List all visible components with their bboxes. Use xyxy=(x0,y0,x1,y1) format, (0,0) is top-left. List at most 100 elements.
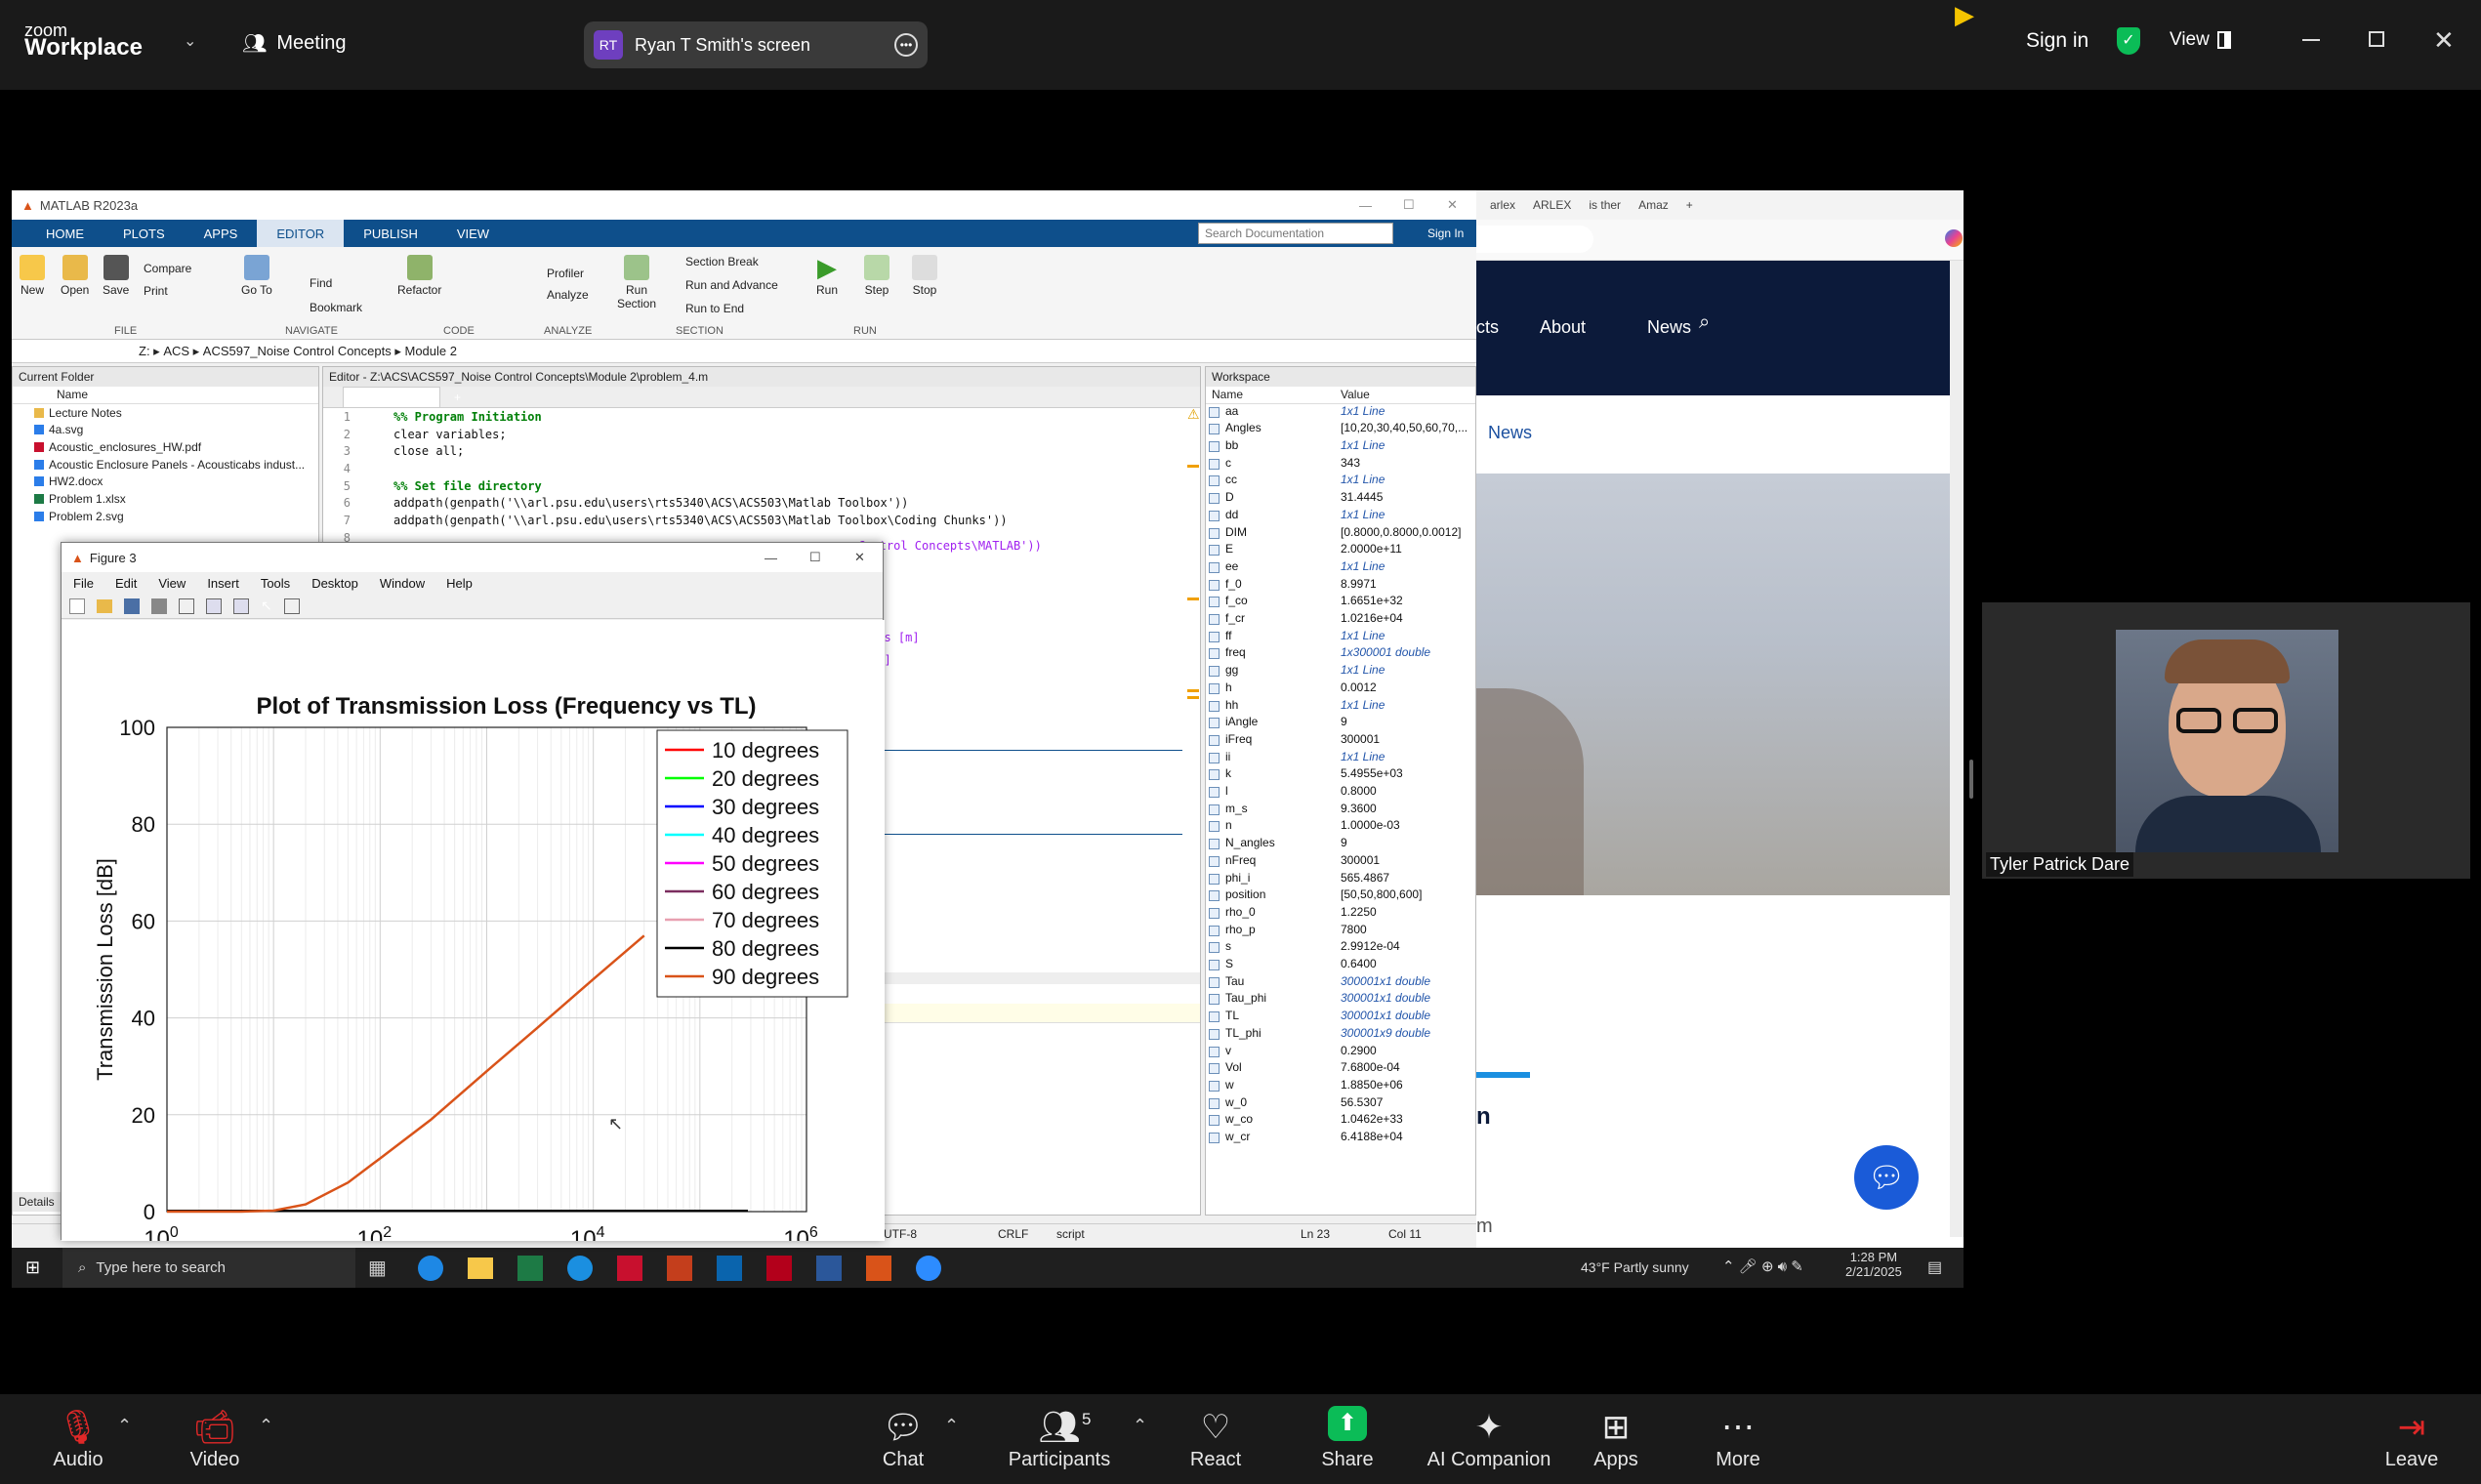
workspace-var[interactable]: w_cr 6.4188e+04 xyxy=(1206,1130,1469,1147)
browser-tab[interactable]: arlex xyxy=(1490,198,1515,212)
plot-tools-icon[interactable] xyxy=(283,598,300,614)
chat-bubble-icon[interactable]: 💬︎ xyxy=(1854,1145,1919,1210)
workspace-var[interactable]: TL 300001x1 double xyxy=(1206,1009,1469,1026)
command-window-strip[interactable] xyxy=(870,1004,1200,1023)
more-options-icon[interactable]: ••• xyxy=(894,33,918,57)
step-button[interactable]: Step xyxy=(864,255,889,297)
file-item[interactable]: Lecture Notes xyxy=(13,404,318,422)
word-icon[interactable] xyxy=(816,1256,842,1281)
maximize-icon[interactable]: ☐ xyxy=(809,550,821,565)
open-button[interactable]: Open xyxy=(61,255,89,297)
ws-name-col[interactable]: Name xyxy=(1212,388,1243,401)
close-icon[interactable]: ✕ xyxy=(1447,197,1458,213)
nx-icon[interactable] xyxy=(766,1256,792,1281)
workspace-var[interactable]: rho_0 1.2250 xyxy=(1206,905,1469,923)
maximize-icon[interactable]: ☐ xyxy=(1403,197,1415,213)
run-section-button[interactable]: Run Section xyxy=(617,255,656,310)
workspace-var[interactable]: D 31.4445 xyxy=(1206,490,1469,508)
panel-resize-handle[interactable] xyxy=(1969,760,1973,799)
tab-home[interactable]: HOME xyxy=(12,220,103,247)
run-advance-button[interactable]: Run and Advance xyxy=(685,278,778,292)
screen-share-pill[interactable]: RT Ryan T Smith's screen ••• xyxy=(584,21,928,68)
workspace-var[interactable]: iFreq 300001 xyxy=(1206,732,1469,750)
ai-companion-button[interactable]: ✦ AI Companion xyxy=(1426,1406,1552,1484)
figure-menu-item[interactable]: Edit xyxy=(115,576,137,591)
code-line[interactable]: 6 addpath(genpath('\\arl.psu.edu\users\rt… xyxy=(323,494,1200,512)
powerpoint-icon[interactable] xyxy=(667,1256,692,1281)
minimize-icon[interactable]: — xyxy=(1359,198,1372,213)
tab-view[interactable]: VIEW xyxy=(437,220,509,247)
workspace-var[interactable]: h 0.0012 xyxy=(1206,680,1469,698)
find-button[interactable]: Find xyxy=(310,276,332,290)
name-column[interactable]: Name xyxy=(13,387,318,404)
nav-news[interactable]: News xyxy=(1647,317,1691,338)
chevron-down-icon[interactable]: ⌄ xyxy=(184,31,196,51)
workspace-var[interactable]: w 1.8850e+06 xyxy=(1206,1078,1469,1095)
print-icon[interactable] xyxy=(151,598,167,614)
close-icon[interactable]: ✕ xyxy=(2433,25,2455,56)
code-line[interactable]: 3 close all; xyxy=(323,442,1200,460)
workspace-var[interactable]: f_co 1.6651e+32 xyxy=(1206,594,1469,611)
participant-tile[interactable]: Tyler Patrick Dare xyxy=(1982,602,2470,879)
browser-tab[interactable]: Amaz xyxy=(1638,198,1669,212)
goto-button[interactable]: Go To xyxy=(241,255,272,297)
maximize-icon[interactable] xyxy=(2369,31,2384,47)
documentation-search[interactable]: Search Documentation xyxy=(1198,223,1393,244)
browser-scrollbar[interactable] xyxy=(1950,261,1964,1237)
workspace-var[interactable]: dd 1x1 Line xyxy=(1206,508,1469,525)
nav-products[interactable]: cts xyxy=(1476,317,1499,338)
workspace-var[interactable]: n 1.0000e-03 xyxy=(1206,818,1469,836)
workspace-var[interactable]: ff 1x1 Line xyxy=(1206,629,1469,646)
figure-menu-item[interactable]: Help xyxy=(446,576,473,591)
add-tab-icon[interactable]: + xyxy=(454,391,461,404)
workspace-var[interactable]: freq 1x300001 double xyxy=(1206,645,1469,663)
workspace-var[interactable]: l 0.8000 xyxy=(1206,784,1469,802)
run-button[interactable]: ▶ Run xyxy=(814,255,840,297)
clock[interactable]: 1:28 PM 2/21/2025 xyxy=(1845,1250,1902,1279)
workspace-var[interactable]: iAngle 9 xyxy=(1206,715,1469,732)
workspace-var[interactable]: f_cr 1.0216e+04 xyxy=(1206,611,1469,629)
new-button[interactable]: New xyxy=(20,255,45,297)
save-icon[interactable] xyxy=(124,598,140,614)
section-break-button[interactable]: Section Break xyxy=(685,255,759,268)
colorbar-icon[interactable] xyxy=(206,598,222,614)
save-button[interactable]: Save xyxy=(103,255,129,297)
stop-button[interactable]: Stop xyxy=(912,255,937,297)
workspace-var[interactable]: Tau 300001x1 double xyxy=(1206,974,1469,992)
file-item[interactable]: Problem 1.xlsx xyxy=(13,490,318,508)
caret-up-icon[interactable]: ⌃ xyxy=(1133,1416,1147,1436)
tab-editor[interactable]: EDITOR xyxy=(257,220,345,247)
workspace-var[interactable]: position [50,50,800,600] xyxy=(1206,887,1469,905)
file-item[interactable]: HW2.docx xyxy=(13,473,318,490)
edge-icon[interactable] xyxy=(418,1256,443,1281)
participants-button[interactable]: 👥︎ Participants 5 xyxy=(996,1406,1123,1484)
react-button[interactable]: ♡ React xyxy=(1152,1406,1279,1484)
new-tab-icon[interactable]: + xyxy=(1686,198,1693,212)
notification-icon[interactable]: ▤ xyxy=(1927,1257,1942,1277)
workspace-var[interactable]: Angles [10,20,30,40,50,60,70,... xyxy=(1206,421,1469,438)
code-line[interactable]: 4 xyxy=(323,460,1200,477)
code-line[interactable]: 2 clear variables; xyxy=(323,426,1200,443)
workspace-var[interactable]: f_0 8.9971 xyxy=(1206,577,1469,595)
code-area[interactable]: 1%% Program Initiation 2 clear variables; 3… xyxy=(323,408,1200,547)
browser-tab[interactable]: is ther xyxy=(1589,198,1621,212)
file-item[interactable]: 4a.svg xyxy=(13,421,318,438)
workspace-var[interactable]: N_angles 9 xyxy=(1206,836,1469,853)
tab-publish[interactable]: PUBLISH xyxy=(344,220,437,247)
search-icon[interactable]: ⌕ xyxy=(1699,311,1710,334)
workspace-var[interactable]: Vol 7.6800e-04 xyxy=(1206,1060,1469,1078)
skype-icon[interactable] xyxy=(567,1256,593,1281)
matlab-taskbar-icon[interactable] xyxy=(866,1256,891,1281)
workspace-var[interactable]: nFreq 300001 xyxy=(1206,853,1469,871)
apps-button[interactable]: ⊞ Apps xyxy=(1552,1406,1679,1484)
nav-about[interactable]: About xyxy=(1540,317,1586,338)
workspace-var[interactable]: m_s 9.3600 xyxy=(1206,802,1469,819)
acrobat-icon[interactable] xyxy=(617,1256,642,1281)
tab-apps[interactable]: APPS xyxy=(185,220,258,247)
news-link[interactable]: News xyxy=(1488,423,1532,443)
refactor-button[interactable]: Refactor xyxy=(397,255,441,297)
link-icon[interactable] xyxy=(179,598,194,614)
workspace-var[interactable]: c 343 xyxy=(1206,456,1469,474)
view-button[interactable]: View xyxy=(2170,29,2231,51)
file-item[interactable]: Problem 2.svg xyxy=(13,508,318,525)
